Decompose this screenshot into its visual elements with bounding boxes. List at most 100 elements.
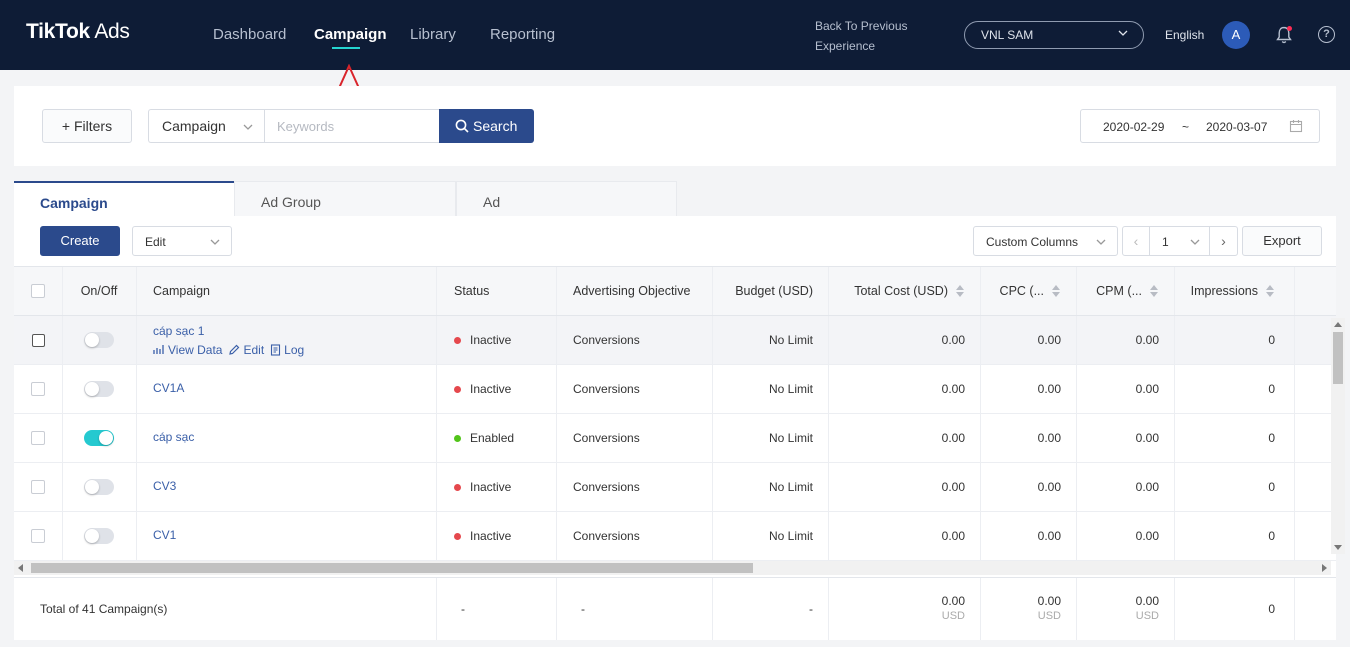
- row-toggle[interactable]: [84, 332, 114, 348]
- horizontal-scrollbar[interactable]: [14, 561, 1331, 575]
- search-button[interactable]: Search: [439, 109, 534, 143]
- page-next-button[interactable]: ›: [1210, 226, 1238, 256]
- totals-row: Total of 41 Campaign(s) - - - 0.00 USD 0.…: [14, 577, 1336, 640]
- scroll-right-arrow[interactable]: [1322, 564, 1327, 572]
- campaign-name-link[interactable]: CV1A: [153, 381, 184, 395]
- row-checkbox[interactable]: [31, 333, 45, 347]
- totals-objective: -: [581, 602, 585, 616]
- edit-dropdown-label: Edit: [145, 235, 166, 249]
- status-dot: [454, 532, 461, 540]
- filters-button[interactable]: + Filters: [42, 109, 132, 143]
- budget-cell: No Limit: [768, 431, 813, 445]
- select-all-cell: [14, 267, 62, 315]
- scroll-up-arrow[interactable]: [1334, 322, 1342, 327]
- table-row[interactable]: CV1 Inactive Conversions No Limit 0.00 0…: [14, 512, 1336, 561]
- row-toggle[interactable]: [84, 479, 114, 495]
- select-all-checkbox[interactable]: [31, 284, 45, 298]
- status-text: Inactive: [470, 480, 512, 494]
- horizontal-scroll-thumb[interactable]: [31, 563, 753, 573]
- page-prev-button[interactable]: ‹: [1122, 226, 1150, 256]
- custom-columns-label: Custom Columns: [986, 235, 1079, 249]
- filter-panel: + Filters Campaign Search 2020-02-29 ~ 2…: [14, 86, 1336, 166]
- chevron-down-icon: [1096, 239, 1106, 245]
- keywords-input[interactable]: [264, 109, 440, 143]
- status-dot: [454, 336, 461, 344]
- cost-cell: 0.00: [941, 431, 965, 445]
- totals-cpm-value: 0.00: [1135, 594, 1159, 608]
- header-impressions-label: Impressions: [1190, 284, 1258, 298]
- vertical-scroll-thumb[interactable]: [1333, 332, 1343, 384]
- status-dot: [454, 434, 461, 442]
- bar-chart-icon: [153, 345, 164, 354]
- campaign-name-link[interactable]: CV1: [153, 528, 176, 542]
- budget-cell: No Limit: [768, 382, 813, 396]
- cost-cell: 0.00: [941, 382, 965, 396]
- table-row[interactable]: CV1A Inactive Conversions No Limit 0.00 …: [14, 365, 1336, 414]
- tab-ad[interactable]: Ad: [456, 181, 677, 216]
- tab-campaign[interactable]: Campaign: [14, 181, 234, 216]
- currency-label: USD: [1135, 610, 1159, 622]
- campaign-name-link[interactable]: CV3: [153, 479, 176, 493]
- search-type-value: Campaign: [162, 118, 226, 134]
- page-select[interactable]: 1: [1150, 226, 1210, 256]
- totals-cpm: 0.00 USD: [1077, 578, 1175, 640]
- objective-cell: Conversions: [573, 382, 640, 396]
- search-type-select[interactable]: Campaign: [148, 109, 264, 143]
- tab-ad-group[interactable]: Ad Group: [234, 181, 456, 216]
- export-button[interactable]: Export: [1242, 226, 1322, 256]
- row-checkbox[interactable]: [31, 480, 45, 494]
- custom-columns-dropdown[interactable]: Custom Columns: [973, 226, 1118, 256]
- status-cell: Inactive: [437, 316, 557, 364]
- log-link[interactable]: Log: [270, 343, 304, 357]
- totals-cpc: 0.00 USD: [981, 578, 1077, 640]
- view-data-link[interactable]: View Data: [153, 343, 222, 357]
- totals-status: -: [461, 602, 465, 616]
- row-toggle[interactable]: [84, 430, 114, 446]
- row-checkbox[interactable]: [31, 529, 45, 543]
- nav-library[interactable]: Library: [410, 26, 456, 43]
- plus-icon: +: [61, 118, 74, 134]
- date-range-picker[interactable]: 2020-02-29 ~ 2020-03-07: [1080, 109, 1320, 143]
- vertical-scrollbar[interactable]: [1331, 318, 1345, 554]
- table-row[interactable]: cáp sạc 1 View Data Edit Log Inactive Co…: [14, 316, 1336, 365]
- row-checkbox[interactable]: [31, 382, 45, 396]
- row-toggle[interactable]: [84, 528, 114, 544]
- nav-dashboard[interactable]: Dashboard: [213, 26, 286, 43]
- tiktok-ads-logo[interactable]: TikTok Ads: [26, 20, 130, 44]
- logo-suffix: Ads: [89, 20, 130, 43]
- account-select[interactable]: VNL SAM: [964, 21, 1144, 49]
- notification-dot: [1287, 26, 1292, 31]
- totals-cost-value: 0.00: [941, 594, 965, 608]
- totals-budget: -: [809, 602, 813, 616]
- language-switch[interactable]: English: [1165, 28, 1204, 42]
- header-total-cost-label: Total Cost (USD): [854, 284, 948, 298]
- header-cpc[interactable]: CPC (...: [981, 267, 1077, 315]
- create-button[interactable]: Create: [40, 226, 120, 256]
- sort-icon: [1052, 284, 1061, 298]
- avatar[interactable]: A: [1222, 21, 1250, 49]
- objective-cell: Conversions: [573, 431, 640, 445]
- header-total-cost[interactable]: Total Cost (USD): [829, 267, 981, 315]
- view-data-label: View Data: [168, 342, 223, 357]
- help-icon[interactable]: ?: [1318, 26, 1335, 43]
- campaign-name-link[interactable]: cáp sạc: [153, 430, 194, 444]
- table-row[interactable]: CV3 Inactive Conversions No Limit 0.00 0…: [14, 463, 1336, 512]
- status-text: Inactive: [470, 382, 512, 396]
- back-to-previous-link[interactable]: Back To Previous Experience: [815, 16, 925, 56]
- logo-main: TikTok: [26, 20, 90, 43]
- row-toggle[interactable]: [84, 381, 114, 397]
- row-checkbox[interactable]: [31, 431, 45, 445]
- nav-reporting[interactable]: Reporting: [490, 26, 555, 43]
- search-icon: [455, 119, 469, 133]
- table-row[interactable]: cáp sạc Enabled Conversions No Limit 0.0…: [14, 414, 1336, 463]
- header-impressions[interactable]: Impressions: [1175, 267, 1295, 315]
- scroll-down-arrow[interactable]: [1334, 545, 1342, 550]
- header-cpm[interactable]: CPM (...: [1077, 267, 1175, 315]
- campaign-name-link[interactable]: cáp sạc 1: [153, 324, 304, 338]
- log-label: Log: [284, 342, 305, 357]
- scroll-left-arrow[interactable]: [18, 564, 23, 572]
- totals-cost: 0.00 USD: [829, 578, 981, 640]
- edit-link[interactable]: Edit: [228, 343, 264, 357]
- edit-dropdown[interactable]: Edit: [132, 226, 232, 256]
- nav-campaign[interactable]: Campaign: [314, 26, 387, 43]
